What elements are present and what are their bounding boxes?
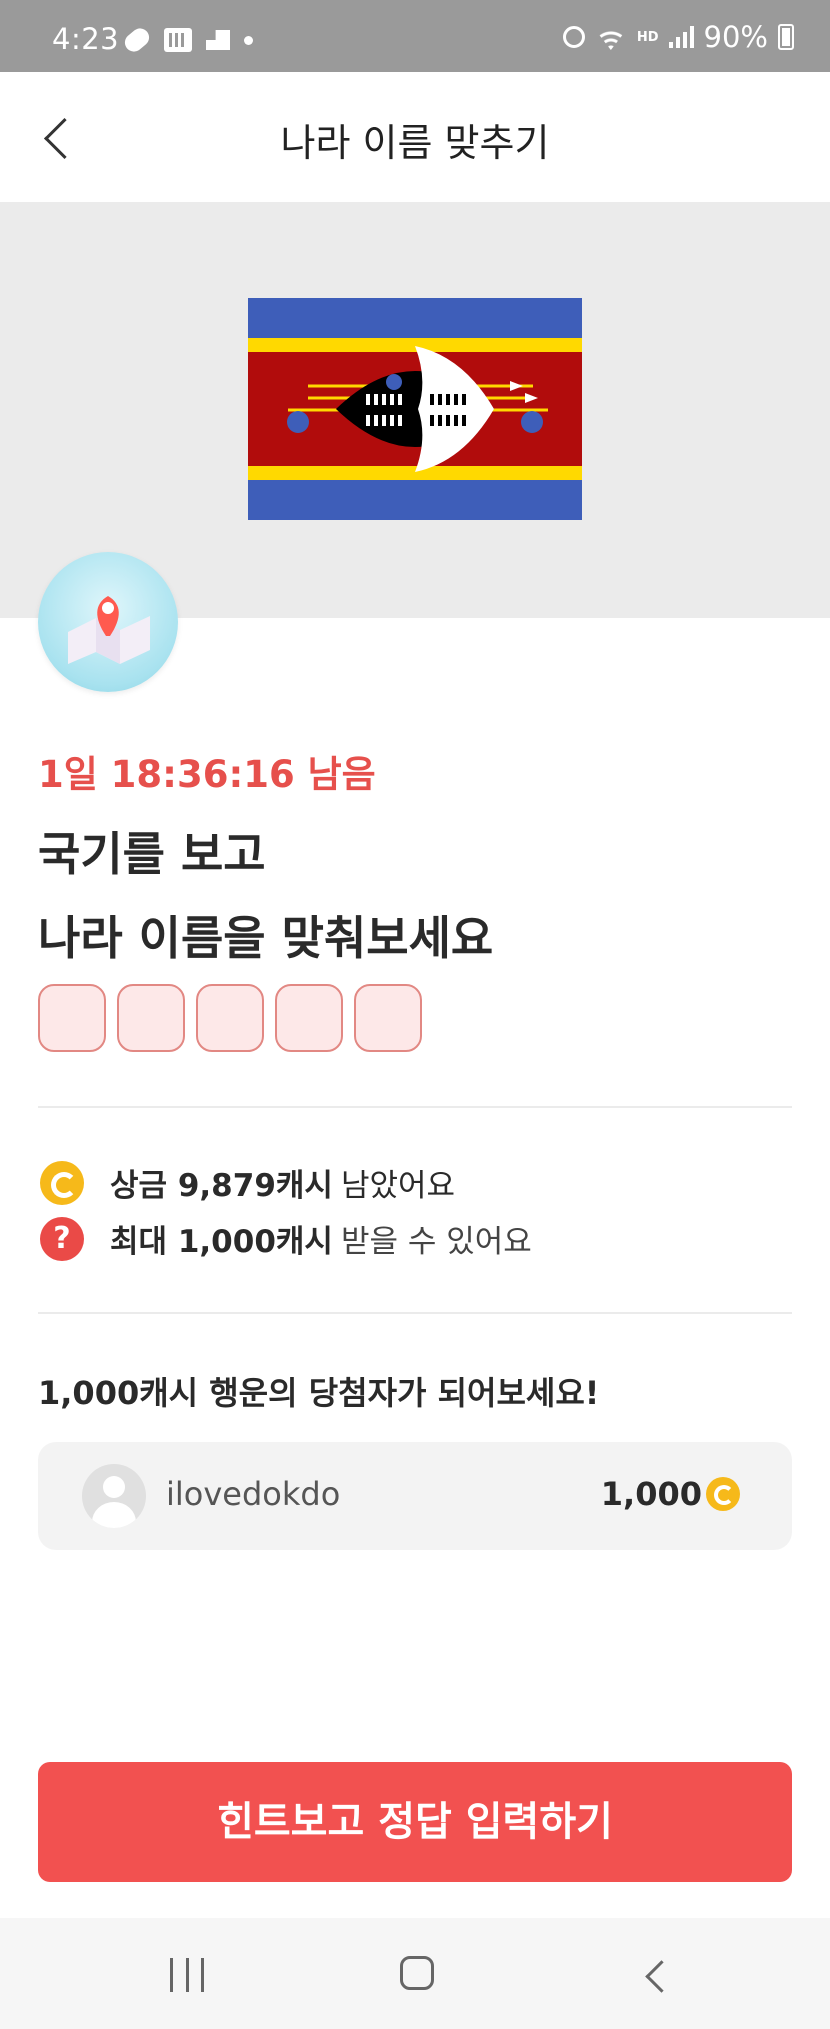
hint-answer-button[interactable]: 힌트보고 정답 입력하기 <box>38 1762 792 1882</box>
max-reward-suffix: 받을 수 있어요 <box>340 1224 532 1260</box>
hd-voice-icon: HD <box>636 29 659 45</box>
status-notification-icons <box>121 24 253 56</box>
app-header: 나라 이름 맞추기 <box>0 72 830 202</box>
headline-line-2: 나라 이름을 맞춰보세요 <box>38 911 494 965</box>
equalizer-app-icon <box>164 28 192 52</box>
time-remaining: 1일 18:36:16 남음 <box>38 753 376 796</box>
divider <box>38 1106 792 1108</box>
alarm-icon <box>562 26 585 48</box>
battery-charging-icon <box>778 24 794 50</box>
eswatini-flag-image <box>248 298 582 520</box>
winner-amount-value: 1,000 <box>600 1475 702 1513</box>
recent-apps-icon[interactable] <box>170 1958 204 1992</box>
system-nav-bar <box>0 1918 830 2029</box>
winner-list-item: ilovedokdo 1,000 <box>38 1442 792 1550</box>
status-system-icons: HD 90% <box>562 20 794 54</box>
winner-amount: 1,000 <box>601 1475 740 1513</box>
wifi-icon <box>594 24 627 50</box>
answer-box[interactable] <box>196 984 264 1052</box>
winner-name: ilovedokdo <box>166 1475 341 1513</box>
signal-icon <box>668 26 694 48</box>
answer-box[interactable] <box>38 984 106 1052</box>
pill-icon <box>121 24 153 56</box>
winners-title: 1,000캐시 행운의 당첨자가 되어보세요! <box>38 1374 600 1412</box>
question-icon: ? <box>40 1216 84 1261</box>
divider <box>38 1312 792 1314</box>
page-title: 나라 이름 맞추기 <box>280 121 550 165</box>
coin-icon <box>706 1477 740 1511</box>
max-reward-amount: 최대 1,000캐시 <box>110 1224 333 1260</box>
status-time: 4:23 <box>52 22 120 56</box>
stairs-app-icon <box>206 30 230 50</box>
answer-box[interactable] <box>117 984 185 1052</box>
map-pin-icon <box>38 552 178 692</box>
prize-suffix: 남았어요 <box>340 1168 456 1204</box>
home-icon[interactable] <box>400 1956 434 1990</box>
battery-percent: 90% <box>703 20 768 54</box>
avatar <box>82 1464 146 1528</box>
headline-line-1: 국기를 보고 <box>38 827 266 881</box>
prize-amount: 상금 9,879캐시 <box>110 1168 333 1204</box>
answer-box[interactable] <box>275 984 343 1052</box>
answer-boxes <box>38 984 422 1052</box>
more-notifications-dot-icon <box>244 35 253 45</box>
status-bar: 4:23 HD 90% <box>0 0 830 72</box>
coin-icon <box>40 1160 84 1205</box>
system-back-icon[interactable] <box>640 1960 670 1990</box>
prize-remaining-row: 상금 9,879캐시 남았어요 <box>40 1160 455 1205</box>
answer-box[interactable] <box>354 984 422 1052</box>
max-reward-row: ? 최대 1,000캐시 받을 수 있어요 <box>40 1216 532 1261</box>
